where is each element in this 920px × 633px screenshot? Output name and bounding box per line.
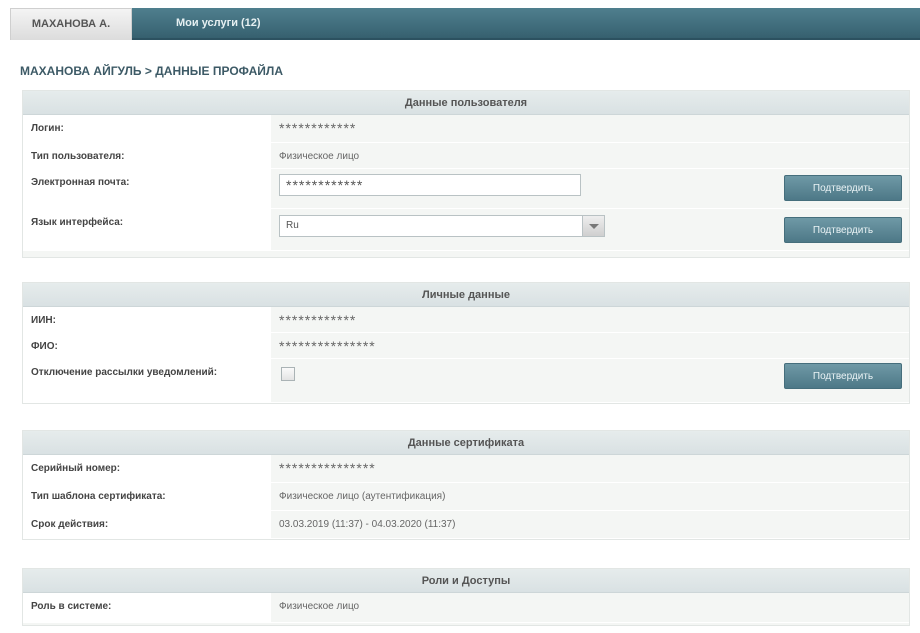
role-label: Роль в системе: [23,593,271,622]
personal-data-header: Личные данные [23,283,909,307]
tab-profile[interactable]: МАХАНОВА А. [10,8,132,40]
tab-bar: МАХАНОВА А. Мои услуги (12) [10,8,920,40]
email-field[interactable]: ************ [279,174,581,196]
language-confirm-button[interactable]: Подтвердить [784,217,902,243]
roles-header: Роли и Доступы [23,569,909,593]
email-confirm-button[interactable]: Подтвердить [784,175,902,201]
user-type-value: Физическое лицо [279,151,360,162]
iin-value: ************ [279,312,357,328]
iin-row: ИИН: ************ [23,307,909,333]
iin-label: ИИН: [23,307,271,332]
email-label: Электронная почта: [23,169,271,208]
validity-label: Срок действия: [23,511,271,538]
fio-row: ФИО: *************** [23,333,909,359]
email-row: Электронная почта: ************ Подтверд… [23,169,909,209]
fio-value: *************** [279,338,376,354]
notify-confirm-button[interactable]: Подтвердить [784,363,902,389]
notify-row: Отключение рассылки уведомлений: Подтвер… [23,359,909,403]
page-title: МАХАНОВА АЙГУЛЬ > ДАННЫЕ ПРОФАЙЛА [20,64,283,78]
role-row: Роль в системе: Физическое лицо [23,593,909,623]
language-select-value: Ru [286,220,299,231]
serial-label: Серийный номер: [23,455,271,482]
login-label: Логин: [23,115,271,142]
login-value: ************ [279,120,357,136]
serial-row: Серийный номер: *************** [23,455,909,483]
chevron-down-icon[interactable] [582,216,604,236]
user-data-panel: Данные пользователя Логин: ************ … [22,90,910,258]
user-type-label: Тип пользователя: [23,143,271,168]
language-label: Язык интерфейса: [23,209,271,250]
tab-my-services[interactable]: Мои услуги (12) [160,8,277,40]
serial-value: *************** [279,460,376,476]
template-label: Тип шаблона сертификата: [23,483,271,510]
roles-panel: Роли и Доступы Роль в системе: Физическо… [22,568,910,626]
validity-value: 03.03.2019 (11:37) - 04.03.2020 (11:37) [279,519,456,530]
role-value: Физическое лицо [279,601,360,612]
user-type-row: Тип пользователя: Физическое лицо [23,143,909,169]
template-value: Физическое лицо (аутентификация) [279,491,446,502]
fio-label: ФИО: [23,333,271,358]
login-row: Логин: ************ [23,115,909,143]
user-data-header: Данные пользователя [23,91,909,115]
language-select[interactable]: Ru [279,215,605,237]
template-row: Тип шаблона сертификата: Физическое лицо… [23,483,909,511]
validity-row: Срок действия: 03.03.2019 (11:37) - 04.0… [23,511,909,539]
language-row: Язык интерфейса: Ru Подтвердить [23,209,909,251]
cert-data-header: Данные сертификата [23,431,909,455]
cert-data-panel: Данные сертификата Серийный номер: *****… [22,430,910,540]
personal-data-panel: Личные данные ИИН: ************ ФИО: ***… [22,282,910,404]
notify-label: Отключение рассылки уведомлений: [23,359,271,402]
notify-checkbox[interactable] [281,367,295,381]
